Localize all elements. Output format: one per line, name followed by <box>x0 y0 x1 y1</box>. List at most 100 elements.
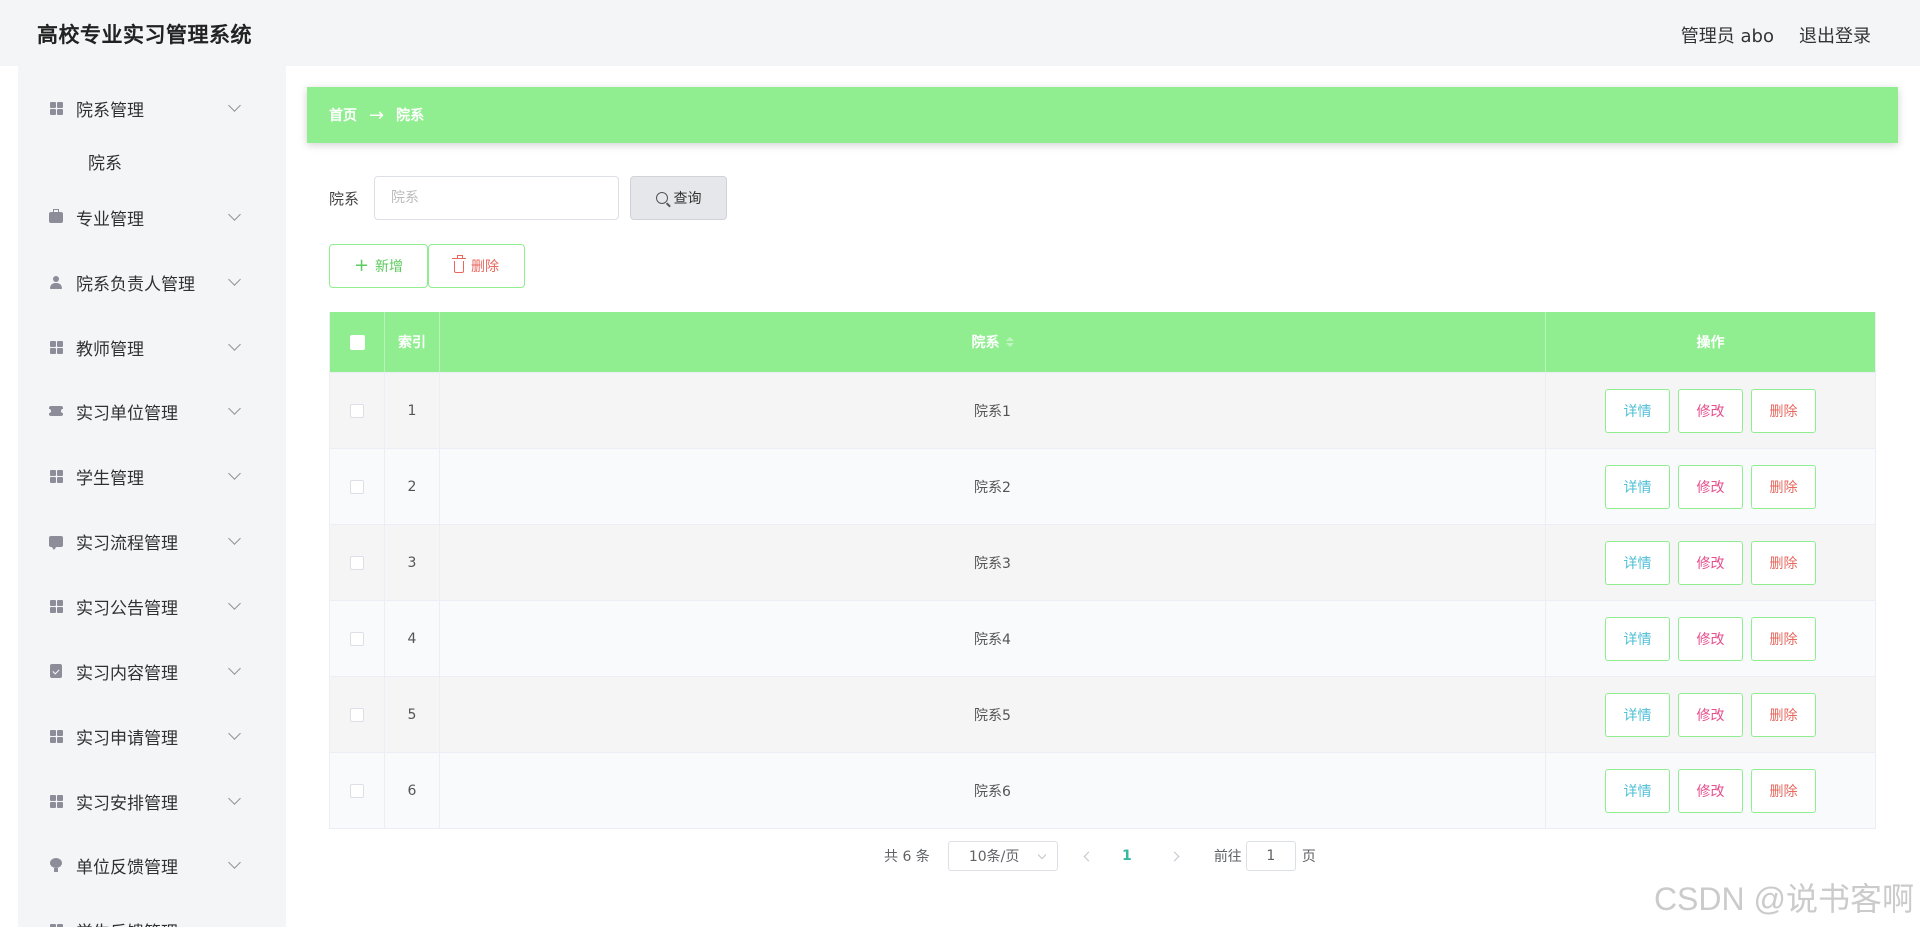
row-checkbox[interactable] <box>350 707 364 722</box>
sidebar-item-teacher[interactable]: 教师管理 <box>18 322 286 372</box>
batch-delete-button[interactable]: 删除 <box>428 244 525 288</box>
page-number-current[interactable]: 1 <box>1110 841 1144 871</box>
edit-button[interactable]: 修改 <box>1678 540 1743 585</box>
edit-button[interactable]: 修改 <box>1678 692 1743 737</box>
chevron-down-icon <box>228 662 241 675</box>
delete-button[interactable]: 删除 <box>1751 768 1816 813</box>
page-size-value: 10条/页 <box>968 849 1020 865</box>
row-checkbox[interactable] <box>350 403 364 418</box>
table-row: 3 院系3 详情 修改 删除 <box>330 524 1875 600</box>
sidebar-item-application[interactable]: 实习申请管理 <box>18 711 286 761</box>
breadcrumb: 首页 → 院系 <box>307 87 1898 143</box>
grid-icon <box>49 599 63 613</box>
row-department: 院系3 <box>440 525 1546 600</box>
page-size-select[interactable]: 10条/页 <box>947 841 1058 871</box>
sidebar-item-student-feedback[interactable]: 学生反馈管理 <box>18 905 286 927</box>
sidebar-item-major[interactable]: 专业管理 <box>18 192 286 242</box>
add-button-label: 新增 <box>375 259 404 275</box>
sidebar-item-company[interactable]: 实习单位管理 <box>18 386 286 436</box>
row-department: 院系6 <box>440 753 1546 828</box>
sidebar-item-arrangement[interactable]: 实习安排管理 <box>18 776 286 826</box>
sidebar-item-notice[interactable]: 实习公告管理 <box>18 581 286 631</box>
row-department: 院系2 <box>440 449 1546 524</box>
chevron-right-icon <box>1169 851 1180 861</box>
row-checkbox[interactable] <box>350 555 364 570</box>
detail-button[interactable]: 详情 <box>1605 616 1670 661</box>
sidebar-item-label: 单位反馈管理 <box>76 857 178 878</box>
department-table: 索引 院系 操作 1 院系1 详情 修改 删除 2 院系2 详情 修改 删除 3… <box>329 312 1876 829</box>
chevron-down-icon <box>228 532 241 545</box>
trash-icon <box>452 255 466 273</box>
row-checkbox[interactable] <box>350 783 364 798</box>
edit-button[interactable]: 修改 <box>1678 388 1743 433</box>
row-department: 院系5 <box>440 677 1546 752</box>
sidebar-item-department[interactable]: 院系管理 <box>18 83 286 133</box>
table-header: 索引 院系 操作 <box>330 312 1875 372</box>
prev-page-button[interactable] <box>1072 841 1106 871</box>
sort-icon[interactable] <box>1005 337 1014 347</box>
sidebar-item-content[interactable]: 实习内容管理 <box>18 646 286 696</box>
app-title: 高校专业实习管理系统 <box>37 23 252 47</box>
edit-button[interactable]: 修改 <box>1678 464 1743 509</box>
sidebar-item-label: 院系管理 <box>76 100 144 121</box>
sidebar-item-company-feedback[interactable]: 单位反馈管理 <box>18 840 286 890</box>
table-row: 4 院系4 详情 修改 删除 <box>330 600 1875 676</box>
watermark: CSDN @说书客啊 <box>1653 881 1914 917</box>
sidebar-item-label: 实习内容管理 <box>76 663 178 684</box>
edit-button[interactable]: 修改 <box>1678 616 1743 661</box>
sidebar-item-process[interactable]: 实习流程管理 <box>18 516 286 566</box>
sidebar-item-label: 院系负责人管理 <box>76 274 195 295</box>
select-all-checkbox[interactable] <box>349 334 365 350</box>
chevron-down-icon <box>228 208 241 221</box>
chevron-down-icon <box>228 727 241 740</box>
query-button-label: 查询 <box>673 191 702 207</box>
sidebar-item-label: 学生反馈管理 <box>76 918 178 927</box>
column-header-department[interactable]: 院系 <box>440 312 1546 372</box>
detail-button[interactable]: 详情 <box>1605 768 1670 813</box>
grid-icon <box>49 923 63 927</box>
chevron-down-icon <box>228 99 241 112</box>
row-checkbox[interactable] <box>350 631 364 646</box>
column-header-actions: 操作 <box>1696 335 1725 351</box>
sidebar-item-student[interactable]: 学生管理 <box>18 451 286 501</box>
delete-button[interactable]: 删除 <box>1751 388 1816 433</box>
detail-button[interactable]: 详情 <box>1605 692 1670 737</box>
current-user: 管理员 abo <box>1680 26 1774 47</box>
sidebar-subitem-department[interactable]: 院系 <box>18 139 286 183</box>
delete-button[interactable]: 删除 <box>1751 464 1816 509</box>
logout-link[interactable]: 退出登录 <box>1799 22 1871 48</box>
grid-icon <box>49 794 63 808</box>
row-index: 5 <box>385 677 440 752</box>
edit-button[interactable]: 修改 <box>1678 768 1743 813</box>
add-button[interactable]: + 新增 <box>329 244 428 288</box>
row-index: 4 <box>385 601 440 676</box>
goto-page-input[interactable] <box>1245 841 1296 871</box>
ticket-icon <box>47 404 65 418</box>
goto-suffix: 页 <box>1301 849 1316 865</box>
next-page-button[interactable] <box>1158 841 1192 871</box>
goto-label: 前往 <box>1213 849 1242 865</box>
detail-button[interactable]: 详情 <box>1605 540 1670 585</box>
sidebar-item-dept-head[interactable]: 院系负责人管理 <box>18 257 286 307</box>
search-input[interactable] <box>374 176 619 220</box>
clipboard-icon <box>49 664 63 678</box>
chevron-down-icon <box>228 792 241 805</box>
breadcrumb-home[interactable]: 首页 <box>329 105 357 125</box>
bulb-icon <box>49 858 63 872</box>
chevron-down-icon <box>228 338 241 351</box>
sidebar-item-label: 实习单位管理 <box>76 403 178 424</box>
detail-button[interactable]: 详情 <box>1605 388 1670 433</box>
chevron-down-icon <box>228 597 241 610</box>
sidebar-item-label: 专业管理 <box>76 209 144 230</box>
delete-button[interactable]: 删除 <box>1751 692 1816 737</box>
chevron-down-icon <box>228 856 241 869</box>
breadcrumb-separator: → <box>369 104 385 126</box>
chevron-down-icon <box>228 467 241 480</box>
row-checkbox[interactable] <box>350 479 364 494</box>
detail-button[interactable]: 详情 <box>1605 464 1670 509</box>
delete-button[interactable]: 删除 <box>1751 540 1816 585</box>
query-button[interactable]: 查询 <box>630 176 727 220</box>
delete-button[interactable]: 删除 <box>1751 616 1816 661</box>
row-index: 3 <box>385 525 440 600</box>
chevron-left-icon <box>1083 851 1094 861</box>
